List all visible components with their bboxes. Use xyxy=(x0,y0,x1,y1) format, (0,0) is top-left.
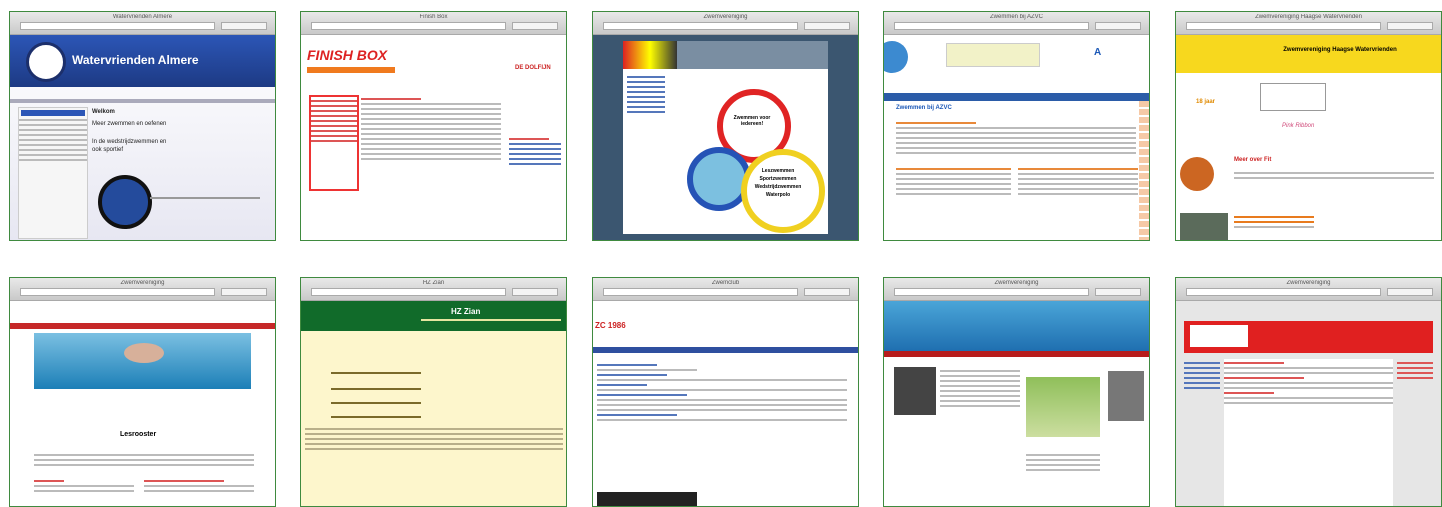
promo-age: 18 jaar xyxy=(1196,99,1216,105)
thumbnail-1[interactable]: Watervrienden Almere Watervrienden Almer… xyxy=(9,11,276,241)
window-title: HZ Zian xyxy=(422,280,445,286)
address-bar[interactable] xyxy=(1186,22,1381,30)
window-title: Zwemvereniging Haagse Watervrienden xyxy=(1255,14,1362,20)
thumbnail-9[interactable]: Zwemvereniging xyxy=(883,277,1150,507)
page-heading: Zwemmen bij AZVC xyxy=(896,105,952,111)
browser-chrome: Zwemmen bij AZVC xyxy=(884,12,1149,35)
left-nav[interactable] xyxy=(627,73,665,116)
center-slogan: Zwemmen voor iedereen! xyxy=(733,115,771,127)
browser-chrome: Zwemvereniging xyxy=(10,278,275,301)
window-title: Zwemmen bij AZVC xyxy=(989,14,1043,20)
window-title: Watervrienden Almere xyxy=(112,14,173,20)
browser-chrome: Zwemvereniging Haagse Watervrienden xyxy=(1176,12,1441,35)
toolbar-buttons[interactable] xyxy=(1387,22,1433,30)
intro-line-3: ook sportief xyxy=(92,147,124,153)
thumbnail-6[interactable]: Zwemvereniging Lesrooster xyxy=(9,277,276,507)
browser-chrome: Finish Box xyxy=(301,12,566,35)
toolbar-buttons[interactable] xyxy=(512,288,558,296)
address-bar[interactable] xyxy=(894,22,1089,30)
fit-badge-icon xyxy=(1180,157,1214,191)
thumbnail-5[interactable]: Zwemvereniging Haagse Watervrienden Zwem… xyxy=(1175,11,1442,241)
intro-line-1: Meer zwemmen en oefenen xyxy=(92,121,167,127)
address-bar[interactable] xyxy=(603,22,798,30)
browser-chrome: HZ Zian xyxy=(301,278,566,301)
address-bar[interactable] xyxy=(20,288,215,296)
toolbar-buttons[interactable] xyxy=(1387,288,1433,296)
toolbar-buttons[interactable] xyxy=(221,288,267,296)
address-bar[interactable] xyxy=(1186,288,1381,296)
site-header: HZ Zian xyxy=(451,307,481,316)
address-bar[interactable] xyxy=(603,288,798,296)
logo-icon xyxy=(26,42,66,82)
sidebar-nav[interactable] xyxy=(18,107,88,239)
bullet-1: Leszwemmen xyxy=(761,168,795,174)
address-bar[interactable] xyxy=(311,288,506,296)
browser-chrome: Zwemvereniging xyxy=(593,12,858,35)
pool-banner xyxy=(884,301,1149,351)
bullet-2: Sportzwemmen xyxy=(759,176,797,182)
browser-chrome: Watervrienden Almere xyxy=(10,12,275,35)
window-title: Zwemvereniging xyxy=(703,14,748,20)
browser-chrome: Zwemclub xyxy=(593,278,858,301)
toolbar-buttons[interactable] xyxy=(221,22,267,30)
page-heading: Lesrooster xyxy=(120,431,157,438)
dolfijn-badge: DE DOLFIJN xyxy=(515,65,551,71)
intro-line-2: In de wedstrijdzwemmen en xyxy=(92,139,167,145)
thumbnail-7[interactable]: HZ Zian HZ Zian xyxy=(300,277,567,507)
address-bar[interactable] xyxy=(894,288,1089,296)
bullet-4: Waterpolo xyxy=(765,192,791,198)
bullet-3: Wedstrijdzwemmen xyxy=(754,184,802,190)
address-bar[interactable] xyxy=(20,22,215,30)
promo-heading: Meer over Fit xyxy=(1234,157,1272,163)
finish-box-logo: FINISH BOX xyxy=(307,47,388,63)
club-badge-icon xyxy=(98,175,152,229)
globe-logo-icon xyxy=(884,41,908,73)
org-name: Zwemvereniging Haagse Watervrienden xyxy=(1283,47,1397,53)
address-bar[interactable] xyxy=(311,22,506,30)
welcome-heading: Welkom xyxy=(92,109,115,115)
sidebar-menu[interactable] xyxy=(309,95,359,191)
window-title: Finish Box xyxy=(419,14,448,20)
toolbar-buttons[interactable] xyxy=(1095,22,1141,30)
toolbar-buttons[interactable] xyxy=(1095,288,1141,296)
thumbnail-10[interactable]: Zwemvereniging xyxy=(1175,277,1442,507)
window-title: Zwemvereniging xyxy=(994,280,1039,286)
browser-chrome: Zwemvereniging xyxy=(1176,278,1441,301)
browser-chrome: Zwemvereniging xyxy=(884,278,1149,301)
site-header: Watervrienden Almere xyxy=(72,53,199,67)
window-title: Zwemvereniging xyxy=(1286,280,1331,286)
toolbar-buttons[interactable] xyxy=(804,22,850,30)
thumbnail-8[interactable]: Zwemclub ZC 1986 xyxy=(592,277,859,507)
thumbnail-3[interactable]: Zwemvereniging Zwemmen voor iedereen! Le… xyxy=(592,11,859,241)
thumbnail-2[interactable]: Finish Box FINISH BOX DE DOLFIJN xyxy=(300,11,567,241)
pink-ribbon: Pink Ribbon xyxy=(1282,123,1315,129)
thumbnail-4[interactable]: Zwemmen bij AZVC A Zwemmen bij AZVC xyxy=(883,11,1150,241)
club-logo: ZC 1986 xyxy=(595,321,626,330)
toolbar-buttons[interactable] xyxy=(512,22,558,30)
window-title: Zwemclub xyxy=(711,280,740,286)
toolbar-buttons[interactable] xyxy=(804,288,850,296)
team-photo xyxy=(1026,377,1100,437)
window-title: Zwemvereniging xyxy=(120,280,165,286)
